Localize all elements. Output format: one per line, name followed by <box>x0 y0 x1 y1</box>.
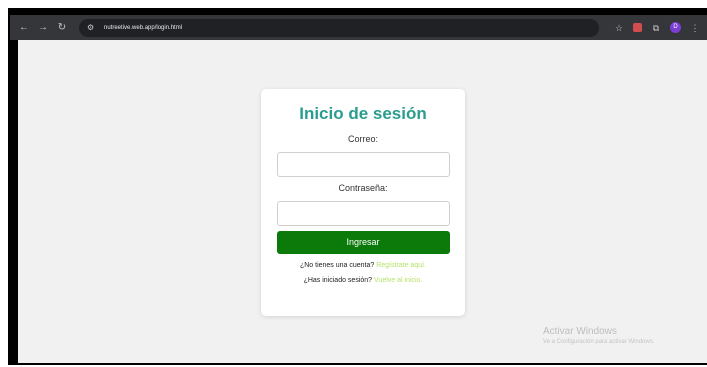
watermark-subtitle: Ve a Configuración para activar Windows. <box>543 339 655 345</box>
menu-icon[interactable]: ⋮ <box>689 22 701 34</box>
register-prompt: ¿No tienes una cuenta? Regístrate aquí. <box>261 262 465 269</box>
reload-icon[interactable]: ↻ <box>54 20 70 36</box>
password-label: Contraseña: <box>338 183 388 193</box>
extension-icon[interactable] <box>633 23 642 32</box>
email-label: Correo: <box>347 134 378 144</box>
home-link[interactable]: Vuelve al inicio. <box>374 277 422 284</box>
page-title: Inicio de sesión <box>299 104 427 123</box>
watermark-title: Activar Windows <box>543 326 617 337</box>
arrow-right-icon[interactable]: → <box>35 20 51 36</box>
url-text: nutreetive.web.app/login.html <box>104 24 183 31</box>
avatar[interactable]: D <box>670 22 681 33</box>
password-field[interactable] <box>276 201 450 226</box>
puzzle-icon[interactable]: ⧉ <box>650 22 662 34</box>
windows-activation-watermark: Activar Windows Ve a Configuración para … <box>543 326 654 345</box>
submit-button[interactable]: Ingresar <box>276 231 450 254</box>
email-field[interactable] <box>276 152 450 177</box>
star-icon[interactable]: ☆ <box>613 22 625 34</box>
toolbar-actions: ☆ ⧉ D ⋮ <box>613 22 701 34</box>
login-card: Inicio de sesión Correo: Contraseña: Ing… <box>261 89 465 316</box>
page-viewport: Inicio de sesión Correo: Contraseña: Ing… <box>18 40 707 363</box>
site-settings-icon[interactable]: ⚙ <box>87 23 97 33</box>
arrow-left-icon[interactable]: ← <box>16 20 32 36</box>
register-link[interactable]: Regístrate aquí. <box>376 262 426 269</box>
browser-toolbar: ← → ↻ ⚙ nutreetive.web.app/login.html ☆ … <box>10 15 707 40</box>
no-account-text: ¿No tienes una cuenta? <box>299 262 375 269</box>
home-prompt: ¿Has iniciado sesión? Vuelve al inicio. <box>261 277 465 284</box>
logged-in-text: ¿Has iniciado sesión? <box>303 277 373 284</box>
address-bar[interactable]: ⚙ nutreetive.web.app/login.html <box>79 18 599 37</box>
